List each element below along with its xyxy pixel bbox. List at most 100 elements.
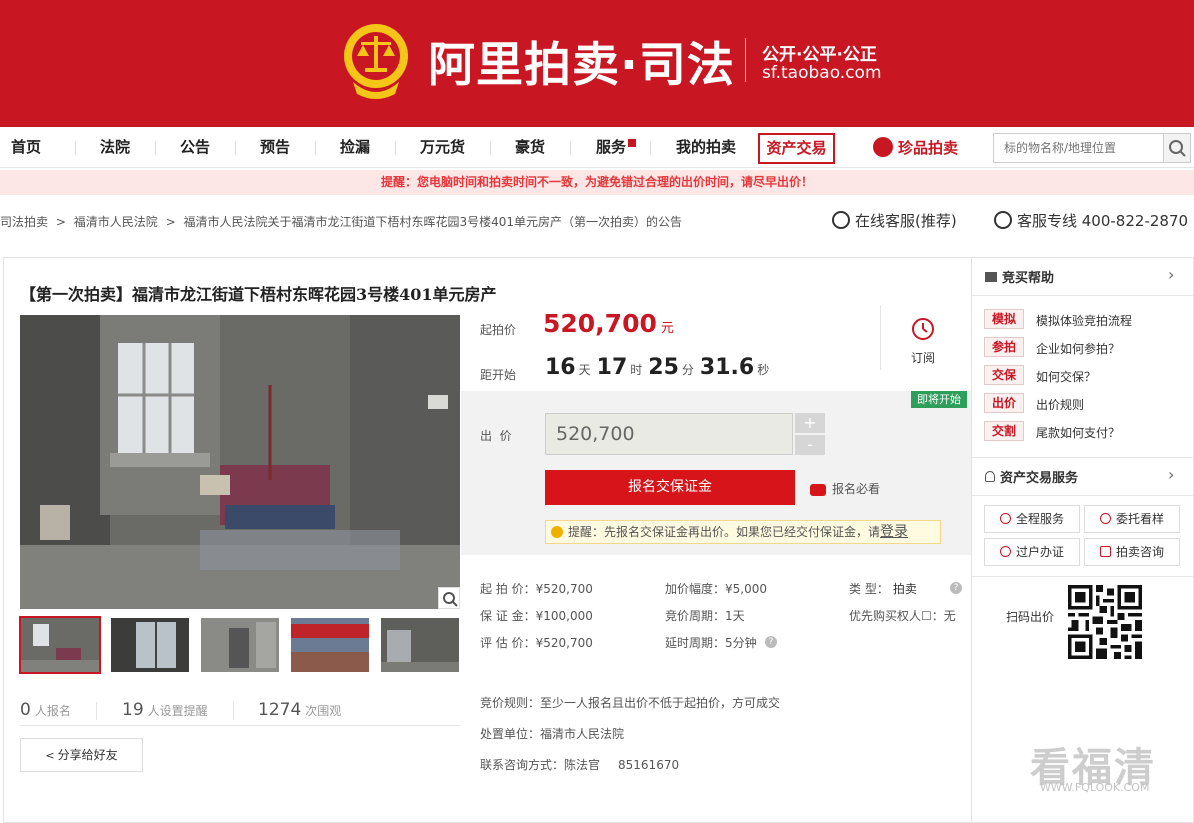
contact-phone: 85161670 xyxy=(618,758,680,772)
sidebar-divider xyxy=(972,457,1193,458)
nav-luxury[interactable]: 豪货 xyxy=(515,127,545,167)
help-header[interactable]: 竞买帮助 xyxy=(985,267,1054,286)
logo-divider xyxy=(745,38,746,82)
logo-slogan: 公开·公平·公正 xyxy=(762,45,877,65)
help-title: 竞买帮助 xyxy=(1002,271,1055,286)
nav-home[interactable]: 首页 xyxy=(11,127,41,167)
help-link-deposit[interactable]: 如何交保？ xyxy=(1036,368,1096,385)
chevron-right-icon[interactable]: › xyxy=(1168,465,1174,484)
reminder-count: 19 xyxy=(122,700,144,720)
help-link-join[interactable]: 企业如何参拍？ xyxy=(1036,340,1120,357)
search-button[interactable] xyxy=(1163,134,1190,162)
zoom-button[interactable] xyxy=(438,587,460,609)
help-link-bid[interactable]: 出价规则 xyxy=(1036,396,1084,413)
help-link-settle[interactable]: 尾款如何支付？ xyxy=(1036,424,1120,441)
online-service-label: 在线客服(推荐) xyxy=(855,212,957,230)
stats-divider xyxy=(233,702,234,720)
thumbnail[interactable] xyxy=(381,618,459,672)
help-tag-settle[interactable]: 交割 xyxy=(984,421,1024,441)
share-button[interactable]: < 分享给好友 xyxy=(20,738,143,772)
help-icon[interactable]: ? xyxy=(950,582,962,594)
check-icon xyxy=(999,513,1011,524)
detail-extension: 延时周期：5分钟 xyxy=(665,636,757,650)
detail-assessed-price: 评 估 价：¥520,700 xyxy=(480,636,593,650)
breadcrumb-notice[interactable]: 福清市人民法院关于福清市龙江街道下梧村东晖花园3号楼401单元房产（第一次拍卖）… xyxy=(183,215,682,229)
qr-label: 扫码出价 xyxy=(1006,610,1055,624)
nav-treasure-auction[interactable]: 珍品拍卖 xyxy=(873,136,958,160)
treasure-logo-icon xyxy=(873,136,893,157)
thumbnail[interactable] xyxy=(111,618,189,672)
help-icon[interactable]: ? xyxy=(765,636,777,648)
service-viewing[interactable]: 委托看样 xyxy=(1084,505,1180,533)
logo-title[interactable]: 阿里拍卖·司法 xyxy=(428,26,735,95)
service-transfer-label: 过户办证 xyxy=(1015,545,1064,559)
countdown-label: 距开始 xyxy=(480,368,517,382)
login-link[interactable]: 登录 xyxy=(880,524,908,540)
nav-service[interactable]: 服务 xyxy=(596,127,637,167)
graduation-cap-icon xyxy=(985,272,997,282)
nav-10k[interactable]: 万元货 xyxy=(420,127,465,167)
room-photo xyxy=(20,315,460,609)
detail-bid-cycle: 竞价周期：1天 xyxy=(665,609,745,623)
sidebar-divider xyxy=(972,295,1193,296)
service-transfer[interactable]: 过户办证 xyxy=(984,538,1080,566)
thumbnail[interactable] xyxy=(291,618,369,672)
nav-bargain[interactable]: 捡漏 xyxy=(340,127,370,167)
search-input[interactable] xyxy=(994,134,1164,162)
thumbnail-image xyxy=(21,618,99,672)
breadcrumb-court[interactable]: 福清市人民法院 xyxy=(74,215,158,229)
user-icon xyxy=(985,471,995,482)
nav-asset-trading[interactable]: 资产交易 xyxy=(758,133,835,164)
nav-treasure-label: 珍品拍卖 xyxy=(898,139,959,157)
time-alert: 提醒：您电脑时间和拍卖时间不一致，为避免错过合理的出价时间，请尽早出价！ xyxy=(0,170,1194,195)
detail-contact: 联系咨询方式：陈法官 85161670 xyxy=(480,756,679,773)
countdown-seconds: 31.6 xyxy=(699,355,755,380)
search-icon xyxy=(1169,140,1186,157)
help-link-simulate[interactable]: 模拟体验竞拍流程 xyxy=(1036,312,1132,329)
bid-amount-input[interactable]: 520,700 xyxy=(545,413,793,455)
priority-value: ：无 xyxy=(931,609,956,623)
priority-mark: ☐ xyxy=(921,609,932,623)
nav-court[interactable]: 法院 xyxy=(100,127,130,167)
breadcrumb: 司法拍卖 > 福清市人民法院 > 福清市人民法院关于福清市龙江街道下梧村东晖花园… xyxy=(0,213,686,230)
nav-preview[interactable]: 预告 xyxy=(260,127,290,167)
bid-decrease-button[interactable]: - xyxy=(795,435,825,455)
signup-deposit-button[interactable]: 报名交保证金 xyxy=(545,470,795,505)
start-price-label: 起拍价 xyxy=(480,323,517,337)
breadcrumb-judicial[interactable]: 司法拍卖 xyxy=(0,215,48,229)
detail-priority: 优先购买权人☐：无 xyxy=(849,607,956,624)
subscribe-label: 订阅 xyxy=(910,351,935,365)
detail-increment: 加价幅度：¥5,000 xyxy=(665,582,767,596)
help-tag-simulate[interactable]: 模拟 xyxy=(984,309,1024,329)
main-photo[interactable] xyxy=(20,315,460,609)
service-consult-label: 拍卖咨询 xyxy=(1115,545,1164,559)
help-tag-join[interactable]: 参拍 xyxy=(984,337,1024,357)
bid-increase-button[interactable]: + xyxy=(795,413,825,433)
service-full[interactable]: 全程服务 xyxy=(984,505,1080,533)
chevron-right-icon[interactable]: › xyxy=(1168,265,1174,284)
countdown-timer: 16 天 17 时 25 分 31.6 秒 xyxy=(545,355,775,380)
thumbnail[interactable] xyxy=(19,616,101,674)
nav-notice[interactable]: 公告 xyxy=(180,127,210,167)
customer-service-icon xyxy=(832,210,850,229)
service-header[interactable]: 资产交易服务 xyxy=(985,467,1078,486)
magnifier-icon xyxy=(443,592,458,607)
help-tag-bid[interactable]: 出价 xyxy=(984,393,1024,413)
must-read-link[interactable]: 报名必看 xyxy=(810,480,880,497)
subscribe-divider xyxy=(880,305,881,370)
help-tag-deposit[interactable]: 交保 xyxy=(984,365,1024,385)
nav-service-label: 服务 xyxy=(596,138,627,156)
hot-badge-icon xyxy=(628,139,637,147)
online-service-link[interactable]: 在线客服(推荐) xyxy=(832,210,957,231)
subscribe-button[interactable]: 订阅 xyxy=(905,315,941,366)
service-consult[interactable]: 拍卖咨询 xyxy=(1084,538,1180,566)
detail-rule: 竞价规则：至少一人报名且出价不低于起拍价，方可成交 xyxy=(480,696,781,710)
currency-unit: 元 xyxy=(660,321,674,336)
thumbnail[interactable] xyxy=(201,618,279,672)
priority-label: 优先购买权人 xyxy=(849,609,922,623)
nav-my-auction[interactable]: 我的拍卖 xyxy=(676,127,736,167)
qr-code-icon[interactable] xyxy=(1068,585,1142,659)
nav-divider xyxy=(315,141,316,155)
thumbnail-image xyxy=(291,618,369,672)
sidebar-divider xyxy=(972,495,1193,496)
